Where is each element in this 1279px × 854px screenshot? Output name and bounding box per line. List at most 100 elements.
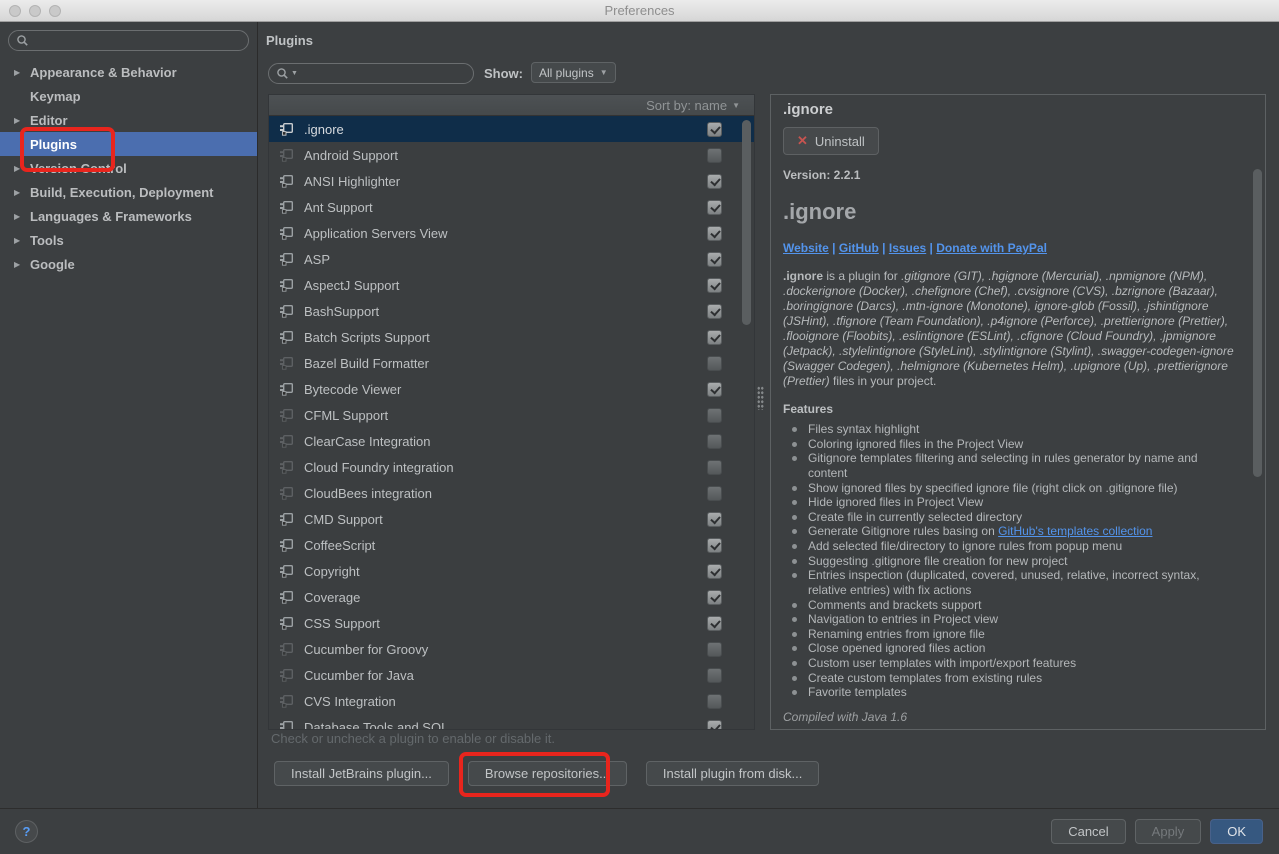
plugin-checkbox[interactable] — [707, 382, 722, 397]
plugin-row[interactable]: CMD Support — [269, 506, 754, 532]
plugin-row[interactable]: Bytecode Viewer — [269, 376, 754, 402]
chevron-right-icon[interactable]: ▶ — [14, 116, 30, 125]
plugin-link-donate-with-paypal[interactable]: Donate with PayPal — [936, 241, 1047, 255]
settings-search-input[interactable] — [8, 30, 249, 51]
plugin-row[interactable]: Batch Scripts Support — [269, 324, 754, 350]
plugin-row[interactable]: Cucumber for Java — [269, 662, 754, 688]
plugin-row[interactable]: Cucumber for Groovy — [269, 636, 754, 662]
plugin-link-issues[interactable]: Issues — [889, 241, 926, 255]
plugin-checkbox[interactable] — [707, 694, 722, 709]
plugin-checkbox[interactable] — [707, 356, 722, 371]
chevron-right-icon[interactable]: ▶ — [14, 68, 30, 77]
install-jetbrains-plugin-button[interactable]: Install JetBrains plugin... — [274, 761, 449, 786]
plugin-checkbox[interactable] — [707, 122, 722, 137]
plugin-heading: .ignore — [783, 199, 1239, 225]
browse-repositories-button[interactable]: Browse repositories... — [468, 761, 627, 786]
sidebar-item-keymap[interactable]: Keymap — [0, 84, 257, 108]
plugin-checkbox[interactable] — [707, 720, 722, 731]
chevron-right-icon[interactable]: ▶ — [14, 260, 30, 269]
plugin-row[interactable]: CoffeeScript — [269, 532, 754, 558]
plugin-row[interactable]: ASP — [269, 246, 754, 272]
plugin-list-scrollbar[interactable] — [742, 120, 751, 325]
plugin-icon — [279, 277, 295, 293]
plugin-row[interactable]: Bazel Build Formatter — [269, 350, 754, 376]
plugin-checkbox[interactable] — [707, 512, 722, 527]
plugin-row[interactable]: Android Support — [269, 142, 754, 168]
plugin-actions: Install JetBrains plugin... Browse repos… — [274, 761, 819, 786]
plugin-row[interactable]: CloudBees integration — [269, 480, 754, 506]
plugin-row[interactable]: Cloud Foundry integration — [269, 454, 754, 480]
apply-button[interactable]: Apply — [1135, 819, 1202, 844]
feature-link[interactable]: GitHub's templates collection — [998, 524, 1152, 538]
plugin-checkbox[interactable] — [707, 460, 722, 475]
plugin-link-github[interactable]: GitHub — [839, 241, 879, 255]
search-options-arrow-icon[interactable]: ▼ — [291, 70, 298, 77]
chevron-right-icon[interactable]: ▶ — [14, 164, 30, 173]
plugin-checkbox[interactable] — [707, 590, 722, 605]
plugin-name: Batch Scripts Support — [304, 330, 430, 345]
plugin-row[interactable]: Copyright — [269, 558, 754, 584]
bullet-icon — [792, 573, 797, 578]
plugin-name: CloudBees integration — [304, 486, 432, 501]
plugin-checkbox[interactable] — [707, 278, 722, 293]
plugin-checkbox[interactable] — [707, 486, 722, 501]
sidebar-item-editor[interactable]: ▶Editor — [0, 108, 257, 132]
plugin-row[interactable]: CSS Support — [269, 610, 754, 636]
sidebar-item-build-execution-deployment[interactable]: ▶Build, Execution, Deployment — [0, 180, 257, 204]
plugin-checkbox[interactable] — [707, 538, 722, 553]
plugin-row[interactable]: Application Servers View — [269, 220, 754, 246]
sidebar-item-version-control[interactable]: ▶Version Control — [0, 156, 257, 180]
plugin-checkbox[interactable] — [707, 174, 722, 189]
plugin-row[interactable]: BashSupport — [269, 298, 754, 324]
plugin-checkbox[interactable] — [707, 642, 722, 657]
uninstall-button[interactable]: ✕ Uninstall — [783, 127, 879, 155]
cancel-button[interactable]: Cancel — [1051, 819, 1125, 844]
sidebar-item-tools[interactable]: ▶Tools — [0, 228, 257, 252]
feature-item: Coloring ignored files in the Project Vi… — [783, 437, 1239, 452]
plugin-link-website[interactable]: Website — [783, 241, 829, 255]
plugin-row[interactable]: ANSI Highlighter — [269, 168, 754, 194]
plugin-checkbox[interactable] — [707, 252, 722, 267]
splitter-grip[interactable] — [757, 386, 764, 410]
plugin-row[interactable]: Database Tools and SQL — [269, 714, 754, 730]
plugin-row[interactable]: .ignore — [269, 116, 754, 142]
sort-header[interactable]: Sort by: name ▼ — [269, 95, 754, 116]
footer-buttons: Cancel Apply OK — [1051, 819, 1263, 844]
chevron-right-icon[interactable]: ▶ — [14, 236, 30, 245]
show-filter-dropdown[interactable]: All plugins ▼ — [531, 62, 616, 83]
plugin-checkbox[interactable] — [707, 434, 722, 449]
plugin-row[interactable]: ClearCase Integration — [269, 428, 754, 454]
sidebar-item-languages-frameworks[interactable]: ▶Languages & Frameworks — [0, 204, 257, 228]
feature-item: Gitignore templates filtering and select… — [783, 451, 1239, 480]
plugin-icon — [279, 329, 295, 345]
plugin-checkbox[interactable] — [707, 616, 722, 631]
install-plugin-from-disk-button[interactable]: Install plugin from disk... — [646, 761, 819, 786]
plugin-checkbox[interactable] — [707, 408, 722, 423]
plugin-row[interactable]: CVS Integration — [269, 688, 754, 714]
plugin-checkbox[interactable] — [707, 148, 722, 163]
details-scrollbar[interactable] — [1253, 169, 1262, 477]
sidebar-item-plugins[interactable]: Plugins — [0, 132, 257, 156]
plugin-checkbox[interactable] — [707, 564, 722, 579]
bullet-icon — [792, 442, 797, 447]
plugin-checkbox[interactable] — [707, 330, 722, 345]
preferences-window: Preferences ▶Appearance & BehaviorKeymap… — [0, 0, 1279, 854]
plugin-checkbox[interactable] — [707, 200, 722, 215]
ok-button[interactable]: OK — [1210, 819, 1263, 844]
plugin-row[interactable]: Ant Support — [269, 194, 754, 220]
plugin-icon — [279, 511, 295, 527]
plugin-checkbox[interactable] — [707, 668, 722, 683]
plugin-checkbox[interactable] — [707, 226, 722, 241]
sidebar-item-google[interactable]: ▶Google — [0, 252, 257, 276]
plugin-search-input[interactable]: ▼ — [268, 63, 474, 84]
plugin-row[interactable]: Coverage — [269, 584, 754, 610]
sidebar-item-appearance-behavior[interactable]: ▶Appearance & Behavior — [0, 60, 257, 84]
plugin-row[interactable]: CFML Support — [269, 402, 754, 428]
plugin-icon — [279, 485, 295, 501]
chevron-right-icon[interactable]: ▶ — [14, 212, 30, 221]
plugin-checkbox[interactable] — [707, 304, 722, 319]
chevron-right-icon[interactable]: ▶ — [14, 188, 30, 197]
help-button[interactable]: ? — [15, 820, 38, 843]
plugin-row[interactable]: AspectJ Support — [269, 272, 754, 298]
plugin-name: Cloud Foundry integration — [304, 460, 454, 475]
